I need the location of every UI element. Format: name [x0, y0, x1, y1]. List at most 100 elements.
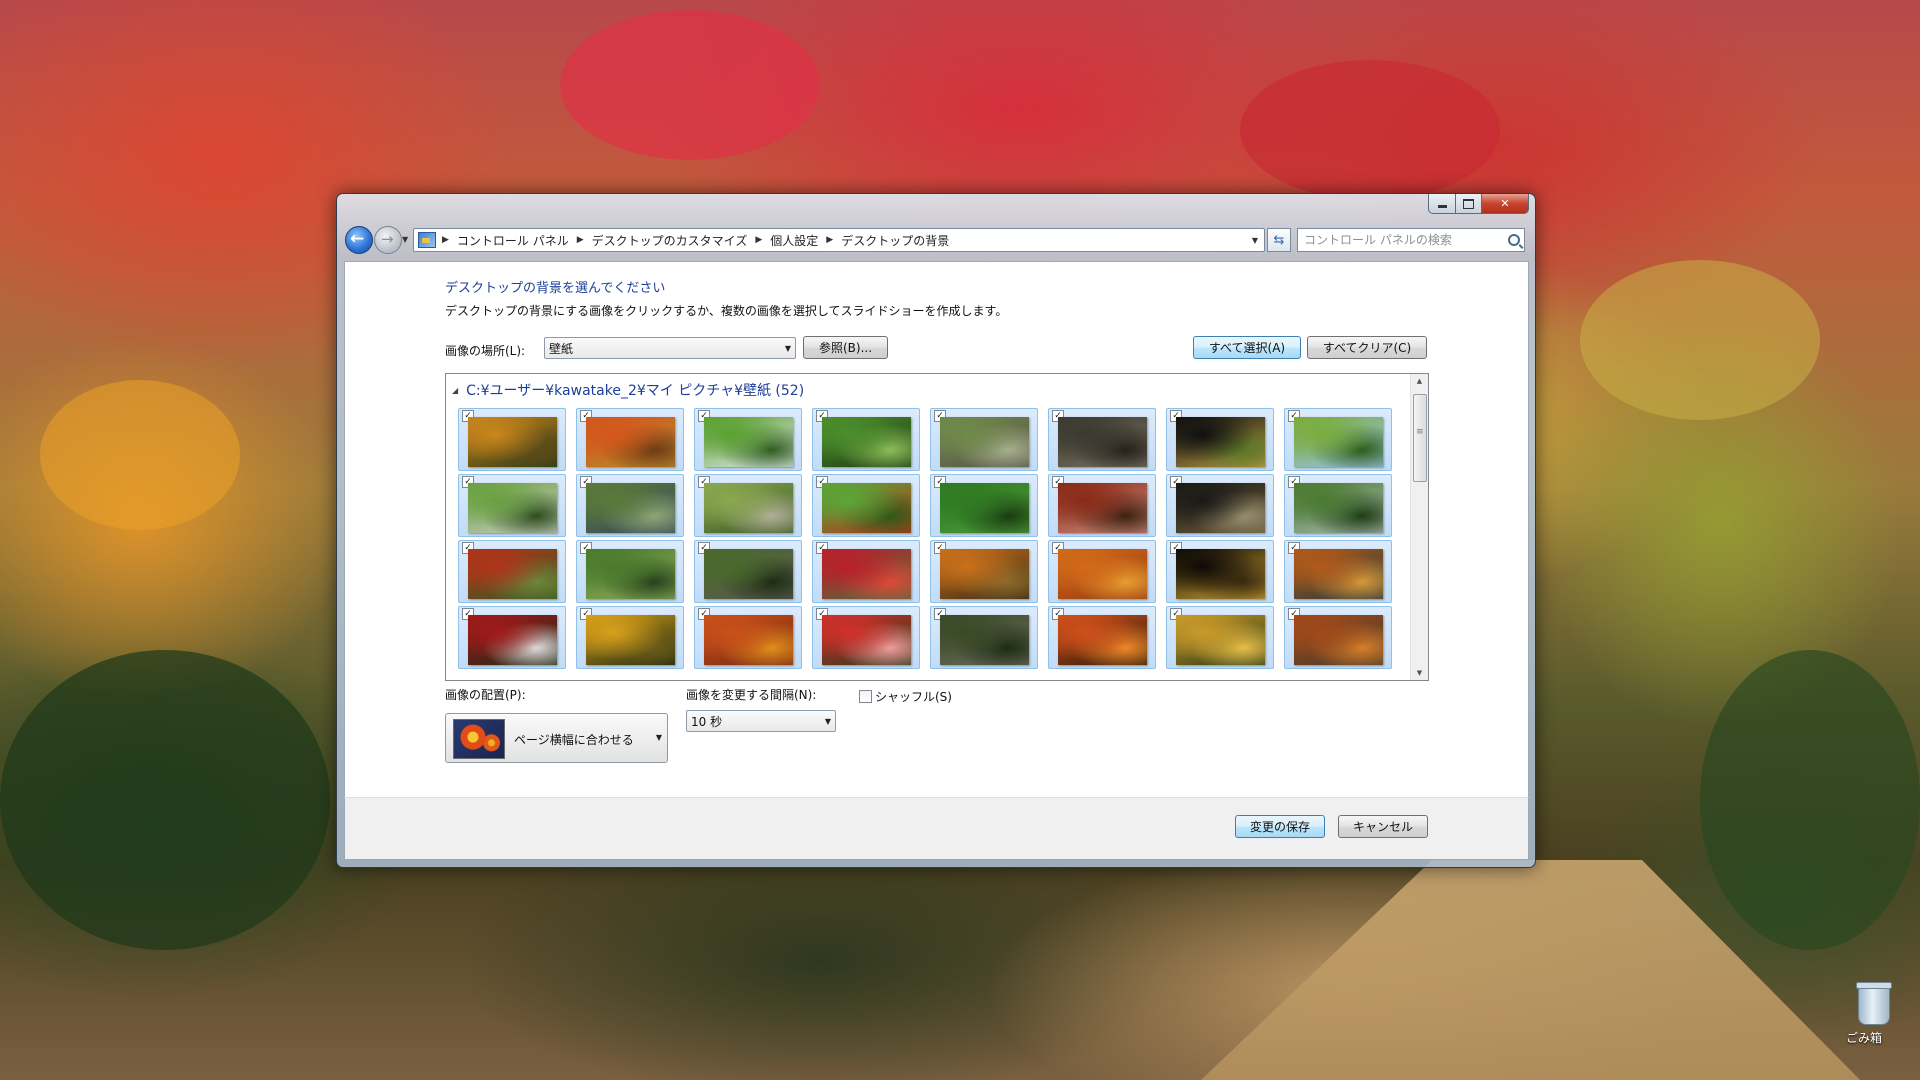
wallpaper-thumbnail[interactable]: ✓ [576, 606, 684, 669]
address-bar[interactable]: ▶ コントロール パネル ▶ デスクトップのカスタマイズ ▶ 個人設定 ▶ デス… [413, 228, 1265, 252]
breadcrumb-customize-desktop[interactable]: デスクトップのカスタマイズ [592, 232, 748, 249]
shuffle-label[interactable]: シャッフル(S) [875, 688, 952, 705]
picture-position-select[interactable]: ページ横幅に合わせる ▼ [445, 713, 668, 763]
picture-position-label: 画像の配置(P): [445, 688, 526, 702]
wallpaper-thumbnail[interactable]: ✓ [1284, 408, 1392, 471]
search-box[interactable] [1297, 228, 1525, 252]
gallery-scrollbar[interactable]: ▲ ▼ [1410, 374, 1428, 680]
search-input[interactable] [1298, 233, 1504, 247]
thumbnail-image [1176, 549, 1265, 599]
breadcrumb-separator-icon[interactable]: ▶ [755, 235, 762, 245]
breadcrumb-personalization[interactable]: 個人設定 [770, 232, 818, 249]
thumbnail-image [822, 615, 911, 665]
clear-all-button[interactable]: すべてクリア(C) [1307, 336, 1427, 359]
wallpaper-thumbnail[interactable]: ✓ [1284, 540, 1392, 603]
close-icon: ✕ [1500, 197, 1510, 210]
breadcrumb-control-panel[interactable]: コントロール パネル [457, 232, 569, 249]
wallpaper-thumbnail[interactable]: ✓ [1048, 408, 1156, 471]
picture-location-select[interactable]: 壁紙 ▼ [544, 337, 796, 359]
wallpaper-thumbnail[interactable]: ✓ [576, 474, 684, 537]
wallpaper-thumbnail[interactable]: ✓ [812, 474, 920, 537]
wallpaper-thumbnail[interactable]: ✓ [576, 408, 684, 471]
close-button[interactable]: ✕ [1482, 194, 1529, 214]
wallpaper-foliage [1700, 650, 1920, 950]
thumbnail-image [468, 615, 557, 665]
cancel-button[interactable]: キャンセル [1338, 815, 1428, 838]
wallpaper-foliage [560, 10, 820, 160]
wallpaper-thumbnail[interactable]: ✓ [1166, 606, 1274, 669]
thumbnail-image [704, 483, 793, 533]
wallpaper-thumbnail[interactable]: ✓ [812, 408, 920, 471]
wallpaper-foliage [1580, 260, 1820, 420]
thumbnail-image [822, 417, 911, 467]
thumbnail-image [822, 549, 911, 599]
chevron-down-icon: ▼ [784, 344, 791, 353]
wallpaper-thumbnail[interactable]: ✓ [1048, 606, 1156, 669]
thumbnail-image [586, 483, 675, 533]
breadcrumb-separator-icon[interactable]: ▶ [577, 235, 584, 245]
change-interval-select[interactable]: 10 秒 ▼ [686, 710, 836, 732]
thumbnail-image [940, 615, 1029, 665]
gallery-group-path: C:¥ユーザー¥kawatake_2¥マイ ピクチャ¥壁紙 (52) [466, 383, 805, 399]
thumbnail-image [1058, 549, 1147, 599]
minimize-button[interactable] [1428, 194, 1456, 214]
breadcrumb-separator-icon[interactable]: ▶ [826, 235, 833, 245]
scroll-down-icon[interactable]: ▼ [1411, 666, 1428, 680]
maximize-icon [1463, 198, 1474, 209]
wallpaper-thumbnail[interactable]: ✓ [930, 606, 1038, 669]
wallpaper-thumbnail[interactable]: ✓ [930, 540, 1038, 603]
wallpaper-thumbnail[interactable]: ✓ [1284, 474, 1392, 537]
recycle-bin-label: ごみ箱 [1846, 1031, 1883, 1045]
thumbnail-image [468, 417, 557, 467]
scrollbar-thumb[interactable] [1413, 394, 1427, 482]
back-button[interactable]: ← [345, 226, 373, 254]
wallpaper-thumbnail[interactable]: ✓ [576, 540, 684, 603]
refresh-button[interactable]: ⇆ [1267, 228, 1291, 252]
breadcrumb-desktop-background[interactable]: デスクトップの背景 [841, 232, 949, 249]
collapse-icon[interactable]: ◢ [452, 386, 458, 395]
wallpaper-thumbnail[interactable]: ✓ [1048, 474, 1156, 537]
refresh-icon: ⇆ [1273, 232, 1285, 248]
wallpaper-thumbnail[interactable]: ✓ [458, 540, 566, 603]
position-preview-image [453, 719, 505, 759]
forward-arrow-icon: → [381, 230, 394, 248]
wallpaper-thumbnail[interactable]: ✓ [812, 606, 920, 669]
wallpaper-thumbnail[interactable]: ✓ [694, 606, 802, 669]
picture-position-value: ページ横幅に合わせる [514, 733, 634, 747]
wallpaper-thumbnail[interactable]: ✓ [458, 474, 566, 537]
select-all-button[interactable]: すべて選択(A) [1193, 336, 1301, 359]
gallery-group-header[interactable]: ◢ C:¥ユーザー¥kawatake_2¥マイ ピクチャ¥壁紙 (52) [452, 380, 804, 400]
thumbnail-image [704, 549, 793, 599]
wallpaper-thumbnail[interactable]: ✓ [458, 408, 566, 471]
picture-location-value: 壁紙 [549, 341, 574, 356]
wallpaper-thumbnail[interactable]: ✓ [694, 474, 802, 537]
breadcrumb-separator-icon[interactable]: ▶ [442, 235, 449, 245]
wallpaper-thumbnail[interactable]: ✓ [694, 540, 802, 603]
wallpaper-thumbnail[interactable]: ✓ [458, 606, 566, 669]
address-dropdown-icon[interactable]: ▼ [1252, 236, 1258, 245]
recycle-bin[interactable]: ごみ箱 [1846, 982, 1902, 1045]
wallpaper-thumbnail[interactable]: ✓ [930, 408, 1038, 471]
wallpaper-thumbnail[interactable]: ✓ [812, 540, 920, 603]
wallpaper-foliage [1240, 60, 1500, 200]
thumbnail-image [1058, 417, 1147, 467]
thumbnail-image [1294, 417, 1383, 467]
wallpaper-thumbnail[interactable]: ✓ [1166, 408, 1274, 471]
wallpaper-thumbnail[interactable]: ✓ [694, 408, 802, 471]
browse-button[interactable]: 参照(B)... [803, 336, 888, 359]
wallpaper-thumbnail[interactable]: ✓ [1166, 474, 1274, 537]
recent-pages-button[interactable]: ▼ [402, 235, 408, 244]
dialog-footer: 変更の保存 キャンセル [344, 797, 1529, 860]
chevron-down-icon: ▼ [824, 717, 831, 726]
shuffle-checkbox[interactable] [859, 690, 872, 703]
wallpaper-thumbnail[interactable]: ✓ [1048, 540, 1156, 603]
search-icon[interactable] [1508, 234, 1520, 246]
scroll-up-icon[interactable]: ▲ [1411, 374, 1428, 388]
wallpaper-thumbnail[interactable]: ✓ [1166, 540, 1274, 603]
forward-button[interactable]: → [374, 226, 402, 254]
thumbnail-image [1058, 615, 1147, 665]
wallpaper-thumbnail[interactable]: ✓ [1284, 606, 1392, 669]
wallpaper-thumbnail[interactable]: ✓ [930, 474, 1038, 537]
save-changes-button[interactable]: 変更の保存 [1235, 815, 1325, 838]
maximize-button[interactable] [1456, 194, 1482, 214]
